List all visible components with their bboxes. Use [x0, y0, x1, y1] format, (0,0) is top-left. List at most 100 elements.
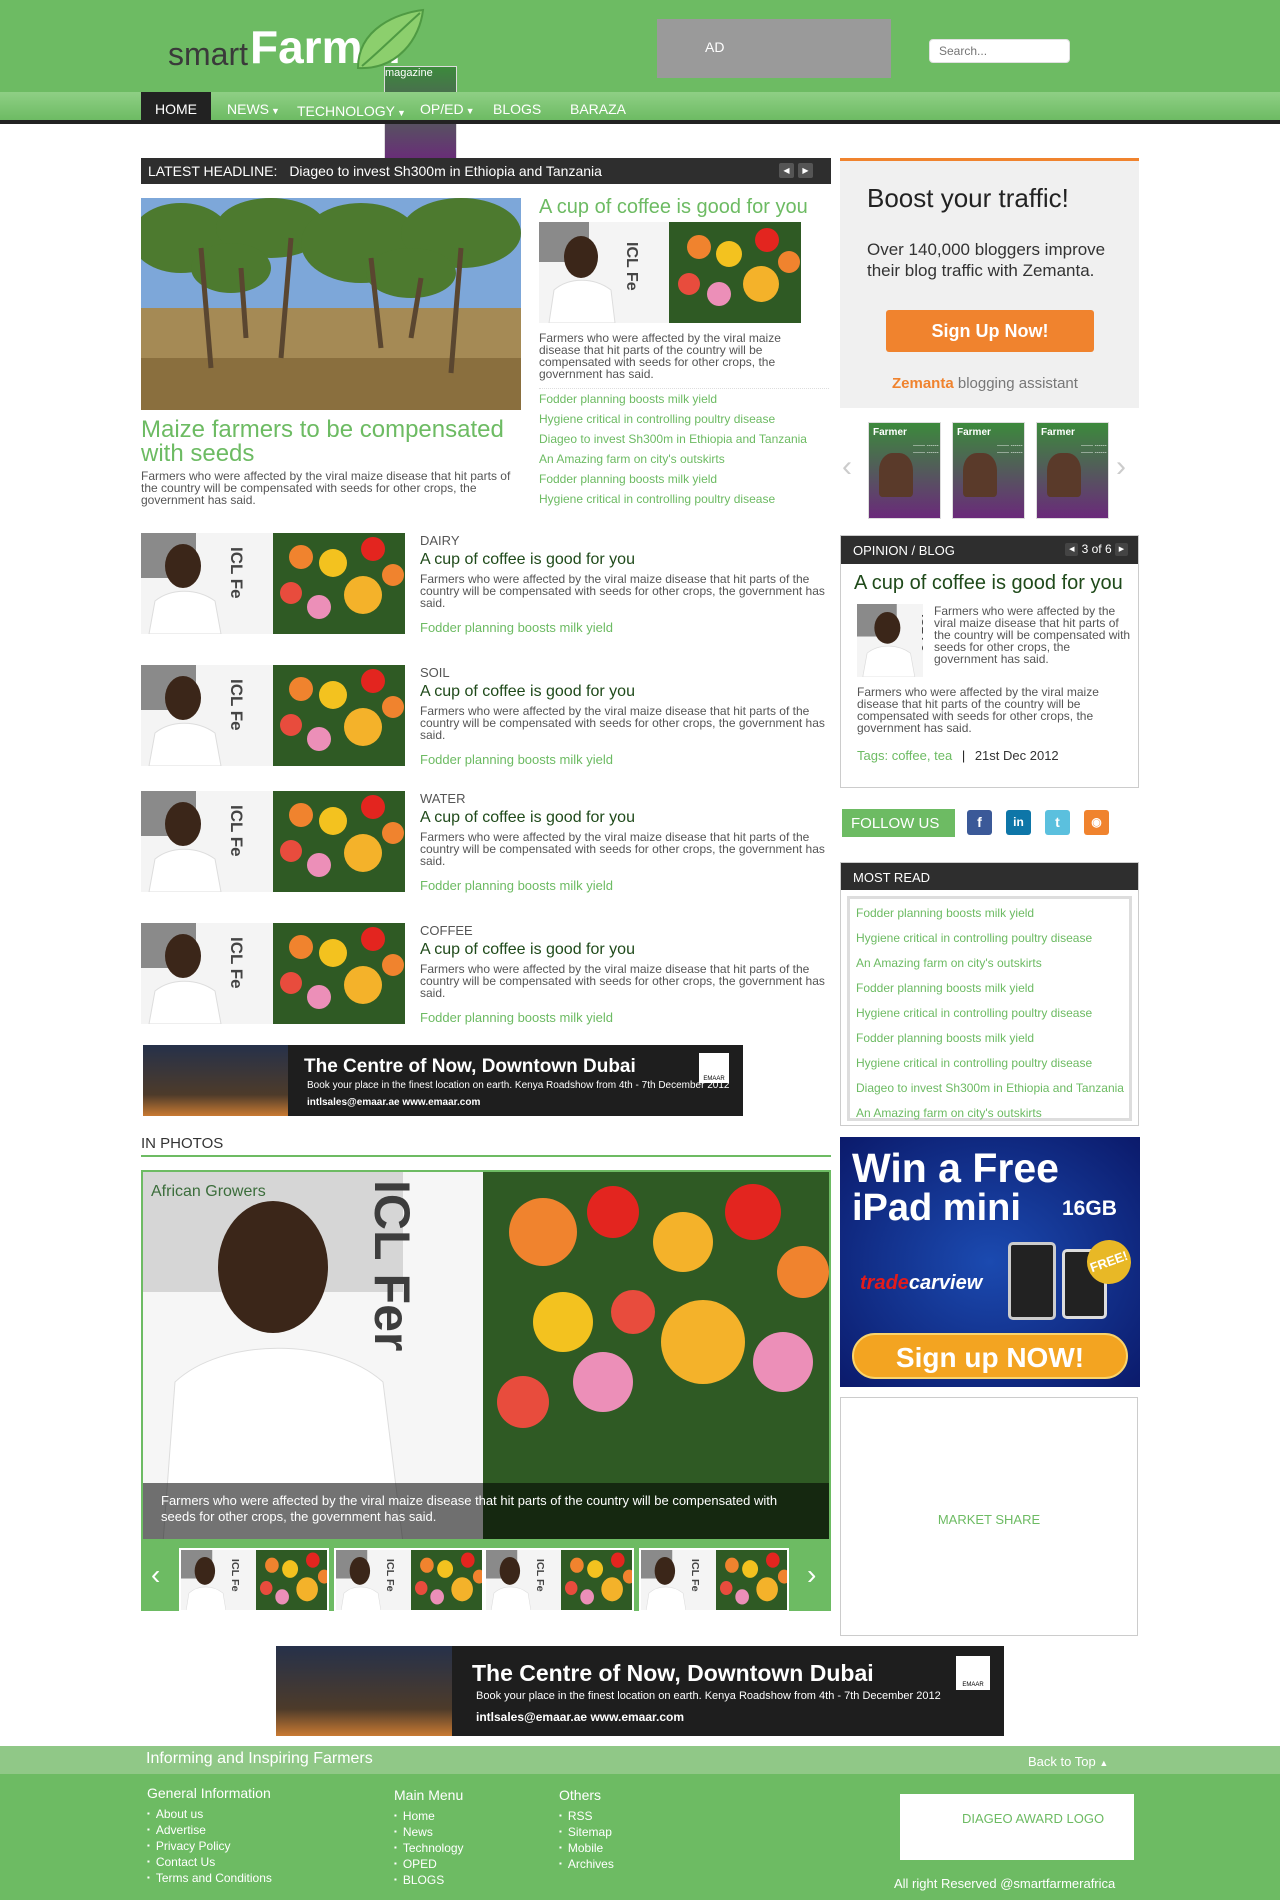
nav-technology-label: TECHNOLOGY [297, 103, 396, 119]
category-title[interactable]: A cup of coffee is good for you [420, 809, 635, 827]
most-read-item[interactable]: Fodder planning boosts milk yield [856, 977, 1129, 1002]
category-row-soil: SOIL A cup of coffee is good for you Far… [141, 665, 831, 769]
category-link[interactable]: Fodder planning boosts milk yield [420, 878, 613, 893]
ipad-mini-ad[interactable]: Win a Free iPad mini 16GB tradecarview F… [840, 1137, 1140, 1387]
footer-link[interactable]: Sitemap [559, 1825, 614, 1841]
secondary-link[interactable]: Hygiene critical in controlling poultry … [539, 409, 829, 429]
footer-link[interactable]: Mobile [559, 1841, 614, 1857]
nav-news[interactable]: NEWS ▼ [227, 92, 280, 124]
magazine-cover[interactable]: Farmer ------ ------ ------ ------ [868, 422, 941, 519]
category-title[interactable]: A cup of coffee is good for you [420, 941, 635, 959]
footer-link[interactable]: Home [394, 1809, 464, 1825]
diageo-award-logo[interactable]: DIAGEO AWARD LOGO [900, 1794, 1134, 1860]
category-label[interactable]: DAIRY [420, 533, 460, 548]
most-read-item[interactable]: Hygiene critical in controlling poultry … [856, 927, 1129, 952]
chevron-left-icon[interactable]: ‹ [842, 450, 852, 484]
secondary-link[interactable]: Fodder planning boosts milk yield [539, 469, 829, 489]
most-read-item[interactable]: Diageo to invest Sh300m in Ethiopia and … [856, 1077, 1129, 1102]
opinion-tags: Tags: coffee, tea | 21st Dec 2012 [857, 748, 1059, 763]
next-arrow-icon[interactable]: ▶ [798, 163, 813, 178]
most-read-item[interactable]: Fodder planning boosts milk yield [856, 902, 1129, 927]
most-read-item[interactable]: Hygiene critical in controlling poultry … [856, 1002, 1129, 1027]
category-thumb[interactable] [141, 665, 405, 766]
most-read-item[interactable]: An Amazing farm on city's outskirts [856, 1102, 1129, 1127]
in-photos-main-image[interactable]: African Growers ICL Fer Farmers who were… [141, 1170, 831, 1541]
nav-oped[interactable]: OP/ED ▼ [420, 92, 475, 124]
footer-link[interactable]: Contact Us [147, 1855, 272, 1871]
category-label[interactable]: COFFEE [420, 923, 473, 938]
emaar-banner-2[interactable]: The Centre of Now, Downtown Dubai Book y… [276, 1646, 1004, 1736]
prev-arrow-icon[interactable]: ◀ [1065, 543, 1079, 557]
chevron-left-icon[interactable]: ‹ [151, 1559, 160, 1591]
secondary-link[interactable]: Fodder planning boosts milk yield [539, 389, 829, 409]
market-share-box[interactable]: MARKET SHARE [840, 1397, 1138, 1636]
category-title[interactable]: A cup of coffee is good for you [420, 551, 635, 569]
most-read-item[interactable]: An Amazing farm on city's outskirts [856, 952, 1129, 977]
prev-arrow-icon[interactable]: ◀ [779, 163, 794, 178]
footer-link[interactable]: RSS [559, 1809, 614, 1825]
twitter-icon[interactable]: t [1045, 810, 1070, 835]
facebook-icon[interactable]: f [967, 810, 992, 835]
photo-thumb[interactable] [484, 1548, 634, 1612]
magazine-cover[interactable]: Farmer ------ ------ ------ ------ [1036, 422, 1109, 519]
category-thumb[interactable] [141, 923, 405, 1024]
footer-link[interactable]: BLOGS [394, 1873, 464, 1889]
footer-main-menu-column: Main Menu Home News Technology OPED BLOG… [394, 1787, 464, 1889]
category-label[interactable]: SOIL [420, 665, 450, 680]
photo-thumb[interactable] [334, 1548, 484, 1612]
footer-link[interactable]: Technology [394, 1841, 464, 1857]
category-thumb[interactable] [141, 533, 405, 634]
footer-column-heading: Main Menu [394, 1787, 464, 1803]
featured-title[interactable]: Maize farmers to be compensated with see… [141, 418, 531, 466]
category-link[interactable]: Fodder planning boosts milk yield [420, 752, 613, 767]
secondary-title[interactable]: A cup of coffee is good for you [539, 196, 808, 219]
nav-home[interactable]: HOME [141, 92, 211, 124]
photo-thumb[interactable] [179, 1548, 329, 1612]
chevron-right-icon[interactable]: › [807, 1559, 816, 1591]
footer-link[interactable]: Terms and Conditions [147, 1871, 272, 1887]
category-link[interactable]: Fodder planning boosts milk yield [420, 620, 613, 635]
site-logo[interactable]: smart Farmer magazine [168, 8, 457, 163]
emaar-banner-1[interactable]: The Centre of Now, Downtown Dubai Book y… [143, 1045, 743, 1116]
secondary-link[interactable]: Diageo to invest Sh300m in Ethiopia and … [539, 429, 829, 449]
tags-list[interactable]: coffee, tea [892, 748, 952, 763]
chevron-right-icon[interactable]: › [1116, 450, 1126, 484]
featured-image[interactable] [141, 198, 521, 410]
magazine-cover[interactable]: Farmer ------ ------ ------ ------ [952, 422, 1025, 519]
footer-link[interactable]: About us [147, 1807, 272, 1823]
secondary-links: Fodder planning boosts milk yield Hygien… [539, 388, 829, 509]
most-read-item[interactable]: Hygiene critical in controlling poultry … [856, 1052, 1129, 1077]
magazine-carousel: ‹ Farmer ------ ------ ------ ------ Farm… [840, 420, 1139, 522]
secondary-link[interactable]: An Amazing farm on city's outskirts [539, 449, 829, 469]
zemanta-signup-button[interactable]: Sign Up Now! [886, 310, 1094, 352]
most-read-item[interactable]: Fodder planning boosts milk yield [856, 1027, 1129, 1052]
footer-link[interactable]: Archives [559, 1857, 614, 1873]
footer-link[interactable]: Advertise [147, 1823, 272, 1839]
nav-blogs[interactable]: BLOGS [493, 92, 541, 124]
header-ad[interactable]: AD [657, 19, 891, 78]
back-to-top-link[interactable]: Back to Top ▲ [1028, 1754, 1108, 1769]
ipad-ad-size: 16GB [1062, 1197, 1117, 1220]
nav-baraza[interactable]: BARAZA [570, 92, 626, 124]
footer-link[interactable]: OPED [394, 1857, 464, 1873]
linkedin-icon[interactable]: in [1006, 810, 1031, 835]
category-label[interactable]: WATER [420, 791, 466, 806]
next-arrow-icon[interactable]: ▶ [1115, 543, 1128, 557]
category-thumb[interactable] [141, 791, 405, 892]
rss-icon[interactable]: ◉ [1084, 810, 1109, 835]
nav-technology[interactable]: TECHNOLOGY ▼ [297, 92, 406, 124]
secondary-link[interactable]: Hygiene critical in controlling poultry … [539, 489, 829, 509]
footer-link[interactable]: Privacy Policy [147, 1839, 272, 1855]
category-title[interactable]: A cup of coffee is good for you [420, 683, 635, 701]
footer-link[interactable]: News [394, 1825, 464, 1841]
secondary-image[interactable]: ICL Fe [539, 222, 801, 323]
ipad-signup-button[interactable]: Sign up NOW! [852, 1333, 1128, 1379]
latest-headline-link[interactable]: Diageo to invest Sh300m in Ethiopia and … [289, 163, 602, 179]
author-avatar[interactable] [857, 604, 923, 677]
photo-thumb[interactable] [639, 1548, 789, 1612]
banner-contact: intlsales@emaar.ae www.emaar.com [307, 1097, 481, 1108]
category-link[interactable]: Fodder planning boosts milk yield [420, 1010, 613, 1025]
opinion-title[interactable]: A cup of coffee is good for you [854, 572, 1123, 595]
zemanta-brand[interactable]: Zemanta blogging assistant [892, 375, 1078, 392]
search-input[interactable] [929, 39, 1070, 63]
